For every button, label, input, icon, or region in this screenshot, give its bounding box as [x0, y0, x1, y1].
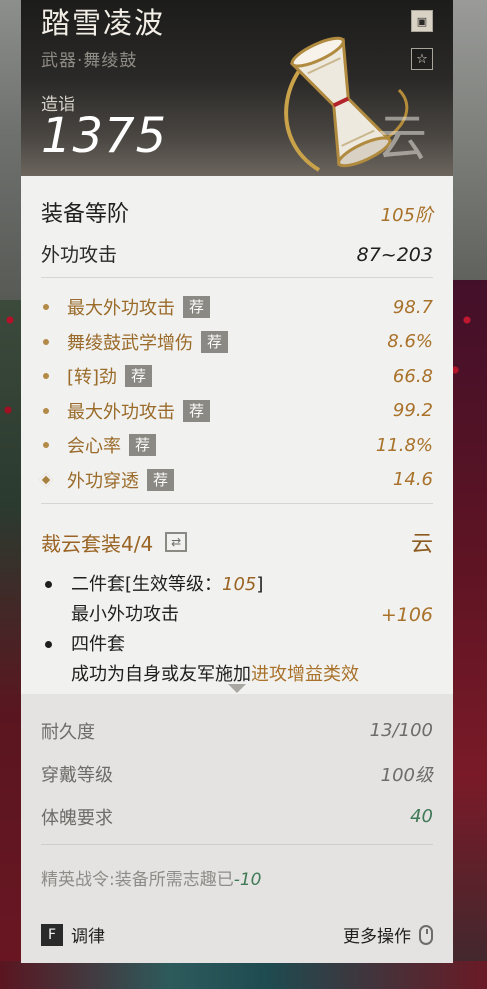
recommend-badge: 荐 — [129, 434, 157, 457]
stat-row: 外功穿透 荐 14.6 — [38, 463, 433, 498]
background-ground — [0, 961, 487, 989]
info-label: 耐久度 — [41, 721, 95, 743]
recommend-badge: 荐 — [201, 330, 229, 353]
stat-bullet-icon — [41, 406, 51, 416]
divider — [41, 503, 433, 504]
info-value: 13/100 — [369, 720, 433, 741]
stat-bullet-icon — [41, 302, 51, 312]
four-piece-highlight: 进攻增益类效 — [251, 664, 359, 685]
four-piece-title: 四件套 — [71, 634, 125, 655]
mouse-icon — [419, 924, 433, 945]
more-actions-button[interactable]: 更多操作 — [343, 922, 411, 947]
info-row-wear-level: 穿戴等级 100级 — [41, 752, 433, 795]
stat-name: 最大外功攻击 — [67, 298, 175, 320]
stat-row: 最大外功攻击 荐 98.7 — [41, 290, 433, 325]
elite-text: 精英战令:装备所需志趣已 — [41, 870, 234, 890]
attack-label: 外功攻击 — [41, 244, 118, 266]
bullet-icon — [45, 641, 52, 648]
elite-value: -10 — [233, 870, 262, 890]
item-name: 踏雪凌波 — [41, 6, 166, 40]
lock-icon[interactable]: ▣ — [411, 10, 433, 32]
info-label: 穿戴等级 — [41, 764, 113, 786]
stat-value: 99.2 — [392, 400, 433, 422]
item-category: 武器·舞绫鼓 — [41, 51, 138, 71]
four-piece-effect: 成功为自身或友军施加 — [71, 664, 251, 685]
info-label: 体魄要求 — [41, 807, 113, 829]
set-bonus-list: 二件套[生效等级：105] 最小外功攻击 +106 四件套 成功为自身或友军施加… — [41, 570, 433, 690]
info-row-durability: 耐久度 13/100 — [41, 709, 433, 752]
recommend-badge: 荐 — [183, 296, 211, 319]
stat-name: 外功穿透 — [67, 470, 139, 492]
tune-button[interactable]: 调律 — [71, 922, 105, 947]
grade-value: 105阶 — [380, 205, 433, 226]
stat-name: 最大外功攻击 — [67, 401, 175, 423]
item-tooltip-card: 踏雪凌波 武器·舞绫鼓 造诣 1375 ▣ ☆ 云 装备等阶 105阶 外功攻击 — [21, 0, 453, 963]
stat-value: 66.8 — [392, 365, 433, 387]
cloud-watermark: 云 — [377, 109, 427, 167]
set-bonus-four-piece: 四件套 成功为自身或友军施加进攻增益类效 — [41, 630, 433, 690]
attack-value: 87~203 — [356, 244, 433, 266]
set-bonus-two-piece: 二件套[生效等级：105] 最小外功攻击 +106 — [41, 570, 433, 630]
expand-chevron-down-icon[interactable] — [228, 684, 246, 693]
stat-bullet-icon — [41, 337, 51, 347]
stat-row: 最大外功攻击 荐 99.2 — [41, 394, 433, 429]
stat-value: 98.7 — [392, 296, 433, 318]
set-name: 裁云套装4/4 — [41, 531, 154, 556]
elite-pass-note: 精英战令:装备所需志趣已-10 — [41, 865, 433, 890]
bullet-icon — [45, 581, 52, 588]
diamond-bullet-icon — [38, 472, 54, 487]
background-flowers-right — [447, 280, 487, 989]
set-header: 裁云套装4/4 ⇄ 云 — [41, 526, 433, 558]
divider — [41, 844, 433, 845]
recommend-badge: 荐 — [125, 365, 153, 388]
info-value: 100级 — [380, 764, 433, 786]
forge-value: 1375 — [41, 108, 168, 164]
stat-list: 最大外功攻击 荐 98.7 舞绫鼓武学增伤 荐 8.6% [转]劲 荐 66.8… — [38, 290, 433, 498]
recommend-badge: 荐 — [183, 399, 211, 422]
stat-value: 14.6 — [392, 469, 433, 491]
two-piece-effect: 最小外功攻击 — [71, 604, 179, 625]
attack-row: 外功攻击 87~203 — [41, 240, 433, 278]
two-piece-bonus: +106 — [380, 604, 433, 626]
set-emblem-icon: 云 — [410, 532, 433, 557]
stat-bullet-icon — [41, 440, 51, 450]
info-value: 40 — [410, 806, 433, 827]
background-rock-right — [447, 0, 487, 300]
two-piece-level: 105 — [222, 574, 257, 595]
stat-row: 舞绫鼓武学增伤 荐 8.6% — [41, 325, 433, 360]
grade-label: 装备等阶 — [41, 202, 130, 227]
stat-row: 会心率 荐 11.8% — [41, 428, 433, 463]
keybind-f-icon[interactable]: F — [41, 923, 63, 946]
info-row-physique: 体魄要求 40 — [41, 795, 433, 838]
favorite-star-icon[interactable]: ☆ — [411, 48, 433, 70]
stat-name: 会心率 — [67, 436, 121, 458]
swap-icon[interactable]: ⇄ — [165, 532, 188, 552]
grade-row: 装备等阶 105阶 — [41, 196, 433, 228]
stat-bullet-icon — [41, 371, 51, 381]
stat-name: [转]劲 — [67, 367, 118, 389]
stat-value: 11.8% — [375, 434, 433, 456]
stat-name: 舞绫鼓武学增伤 — [67, 332, 193, 354]
stat-row: [转]劲 荐 66.8 — [41, 359, 433, 394]
item-header: 踏雪凌波 武器·舞绫鼓 造诣 1375 ▣ ☆ 云 — [21, 0, 453, 176]
two-piece-prefix: 二件套[生效等级： — [71, 574, 223, 595]
item-info-panel: 耐久度 13/100 穿戴等级 100级 体魄要求 40 精英战令:装备所需志趣… — [21, 684, 453, 963]
two-piece-suffix: ] — [256, 574, 264, 595]
action-footer: F 调律 更多操作 — [41, 922, 433, 947]
stat-value: 8.6% — [387, 331, 433, 353]
recommend-badge: 荐 — [147, 468, 175, 491]
